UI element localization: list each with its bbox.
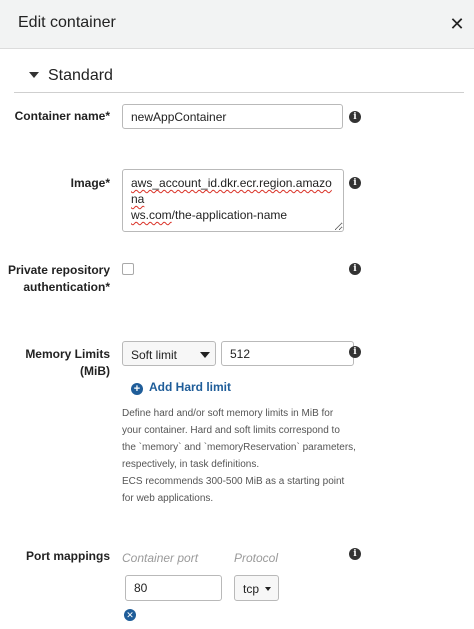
modal-title: Edit container <box>18 14 116 31</box>
memory-help-text: Define hard and/or soft memory limits in… <box>122 405 362 507</box>
memory-limit-type-select[interactable]: Soft limit <box>122 341 216 366</box>
info-icon[interactable]: i <box>349 263 361 275</box>
help-line: your container. Hard and soft limits cor… <box>122 425 340 436</box>
container-name-label: Container name* <box>14 109 110 123</box>
protocol-column-label: Protocol <box>234 551 279 565</box>
dropdown-arrow-icon <box>265 587 271 591</box>
image-value-line1: aws_account_id.dkr.ecr.region.amazona <box>131 176 332 206</box>
info-icon[interactable]: i <box>349 177 361 189</box>
image-value-line2: ws.com/the-application-name <box>131 207 335 223</box>
section-title: Standard <box>48 67 113 84</box>
container-port-column-label: Container port <box>122 551 199 565</box>
help-line: ECS recommends 300-500 MiB as a starting… <box>122 476 345 487</box>
private-repo-checkbox[interactable] <box>122 263 134 275</box>
info-icon[interactable]: i <box>349 111 361 123</box>
image-label: Image* <box>70 176 110 190</box>
help-line: for web applications. <box>122 493 214 504</box>
info-icon[interactable]: i <box>349 346 361 358</box>
help-line: respectively, in task definitions. <box>122 459 260 470</box>
image-value-line2-rest: /the-application-name <box>171 208 288 222</box>
memory-value-input[interactable] <box>221 341 354 366</box>
plus-circle-icon: + <box>131 383 143 395</box>
protocol-value: tcp <box>243 582 260 596</box>
memory-limit-type-value: Soft limit <box>131 348 178 362</box>
memory-limits-label: Memory Limits (MiB) <box>25 347 110 378</box>
caret-down-icon <box>29 72 39 78</box>
container-port-input[interactable] <box>125 575 222 601</box>
add-hard-limit-link[interactable]: + Add Hard limit <box>131 380 231 395</box>
info-icon[interactable]: i <box>349 548 361 560</box>
container-name-input[interactable] <box>122 104 343 129</box>
dropdown-arrow-icon <box>200 352 210 358</box>
help-line: Define hard and/or soft memory limits in… <box>122 408 334 419</box>
image-value-line2-underlined: ws.com <box>131 208 172 222</box>
modal-header: Edit container ✕ <box>0 0 474 49</box>
section-standard-header[interactable]: Standard <box>14 61 464 93</box>
protocol-select[interactable]: tcp <box>234 575 279 601</box>
add-hard-limit-label: Add Hard limit <box>149 380 232 394</box>
remove-port-mapping-icon[interactable]: ✕ <box>124 609 136 621</box>
close-icon[interactable]: ✕ <box>448 15 466 33</box>
help-line: the `memory` and `memoryReservation` par… <box>122 442 356 453</box>
image-textarea[interactable]: aws_account_id.dkr.ecr.region.amazona ws… <box>122 169 344 232</box>
private-repo-label: Private repository authentication* <box>7 263 110 294</box>
port-mappings-label: Port mappings <box>25 549 110 563</box>
